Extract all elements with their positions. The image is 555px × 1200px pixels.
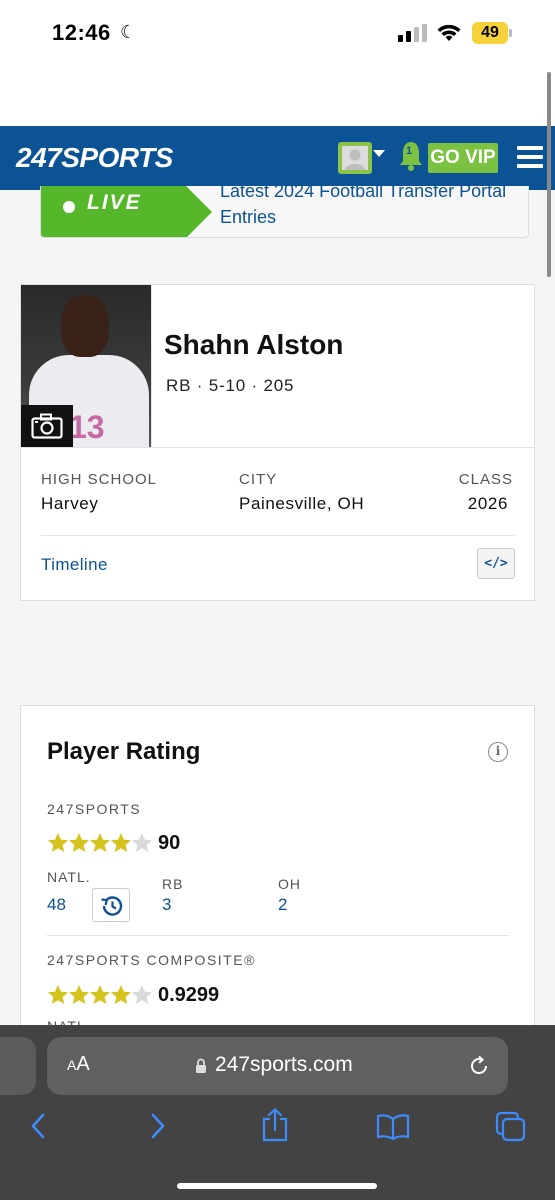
card-divider-2 — [41, 535, 515, 536]
page: 12:46 ☾ 49 247SPORTS 1 GO VIP LIVE Lates… — [0, 0, 555, 1200]
high-school-label: HIGH SCHOOL — [41, 471, 158, 488]
star-filled-icon — [90, 985, 110, 1004]
scrollbar[interactable] — [547, 72, 551, 277]
live-banner[interactable]: LIVE Latest 2024 Football Transfer Porta… — [40, 186, 529, 238]
class-label: CLASS — [458, 471, 513, 488]
star-filled-icon — [111, 985, 131, 1004]
notification-count: 1 — [406, 145, 413, 157]
text-size-small: A — [67, 1057, 77, 1073]
player-name: Shahn Alston — [164, 329, 344, 360]
star-empty-icon — [132, 833, 152, 852]
wifi-icon — [437, 24, 461, 41]
reload-icon[interactable] — [467, 1054, 491, 1078]
city-value: Painesville, OH — [239, 494, 365, 513]
star-filled-icon — [48, 985, 68, 1004]
logo-number: 247 — [16, 142, 62, 173]
address-bar[interactable]: AA 247sports.com — [47, 1037, 508, 1095]
site-header: 247SPORTS 1 GO VIP — [0, 126, 555, 190]
home-indicator — [177, 1183, 377, 1189]
go-vip-button[interactable]: GO VIP — [428, 143, 498, 173]
live-tag: LIVE — [41, 186, 186, 237]
high-school-value[interactable]: Harvey — [41, 494, 98, 514]
battery-level: 49 — [472, 22, 508, 44]
live-headline[interactable]: Latest 2024 Football Transfer Portal Ent… — [220, 186, 520, 230]
status-time: 12:46 — [52, 20, 111, 45]
back-icon[interactable] — [28, 1111, 48, 1141]
live-tag-arrow — [186, 186, 212, 237]
cellular-signal-icon — [398, 24, 428, 42]
state-rank-value[interactable]: 2 — [278, 895, 287, 915]
natl-rank-label: NATL. — [47, 869, 91, 885]
star-filled-icon — [90, 833, 110, 852]
user-icon — [345, 149, 365, 170]
live-label: LIVE — [87, 191, 142, 214]
player-photo[interactable]: 13 — [21, 285, 151, 447]
logo-text: SPORTS — [61, 142, 173, 173]
text-size-large: A — [76, 1053, 90, 1075]
camera-icon — [31, 413, 63, 439]
rating-divider — [47, 935, 509, 936]
card-divider — [21, 447, 534, 448]
rank-history-button[interactable] — [92, 888, 130, 922]
live-dot-icon — [63, 201, 75, 213]
class-value: 2026 — [467, 494, 508, 513]
moon-icon: ☾ — [120, 22, 137, 42]
player-meta: RB · 5-10 · 205 — [166, 376, 295, 395]
battery-icon: 49 — [472, 22, 512, 44]
timeline-link[interactable]: Timeline — [41, 555, 108, 575]
jersey-number: 13 — [69, 409, 105, 445]
url-text: 247sports.com — [215, 1053, 353, 1076]
composite-score: 0.9299 — [158, 984, 220, 1006]
star-filled-icon — [69, 833, 89, 852]
chevron-down-icon[interactable] — [373, 150, 385, 157]
composite-rating-label: 247SPORTS COMPOSITE® — [47, 952, 256, 968]
state-rank-label: OH — [278, 876, 301, 892]
position-rank-value[interactable]: 3 — [162, 895, 171, 915]
embed-code-button[interactable]: </> — [477, 548, 515, 579]
star-empty-icon — [132, 985, 152, 1004]
previous-tab-preview[interactable] — [0, 1037, 36, 1095]
history-icon — [101, 896, 123, 916]
lock-icon — [196, 1058, 206, 1073]
text-size-button[interactable]: AA — [67, 1053, 90, 1076]
photo-head — [61, 295, 109, 357]
tabs-icon[interactable] — [495, 1111, 527, 1143]
photo-gallery-button[interactable] — [21, 405, 73, 447]
sports247-rating-label: 247SPORTS — [47, 801, 142, 817]
natl-rank-value[interactable]: 48 — [47, 895, 66, 915]
info-icon[interactable]: i — [488, 742, 508, 762]
star-filled-icon — [111, 833, 131, 852]
site-logo[interactable]: 247SPORTS — [16, 142, 173, 174]
share-icon[interactable] — [260, 1107, 290, 1143]
menu-icon[interactable] — [517, 146, 543, 168]
position-rank-label: RB — [162, 876, 184, 892]
photo-divider — [151, 285, 152, 447]
rating-title: Player Rating — [47, 738, 201, 765]
sports247-score: 90 — [158, 832, 181, 854]
status-bar: 12:46 ☾ 49 — [0, 0, 555, 66]
star-filled-icon — [69, 985, 89, 1004]
page-top-spacer — [0, 66, 555, 126]
user-avatar-button[interactable] — [338, 142, 372, 174]
player-card: 13 Shahn Alston RB · 5-10 · 205 HIGH SCH… — [20, 284, 535, 601]
bookmarks-icon[interactable] — [376, 1113, 410, 1141]
star-filled-icon — [48, 833, 68, 852]
city-label: CITY — [239, 471, 278, 488]
forward-icon[interactable] — [148, 1111, 168, 1141]
avatar — [342, 146, 368, 170]
